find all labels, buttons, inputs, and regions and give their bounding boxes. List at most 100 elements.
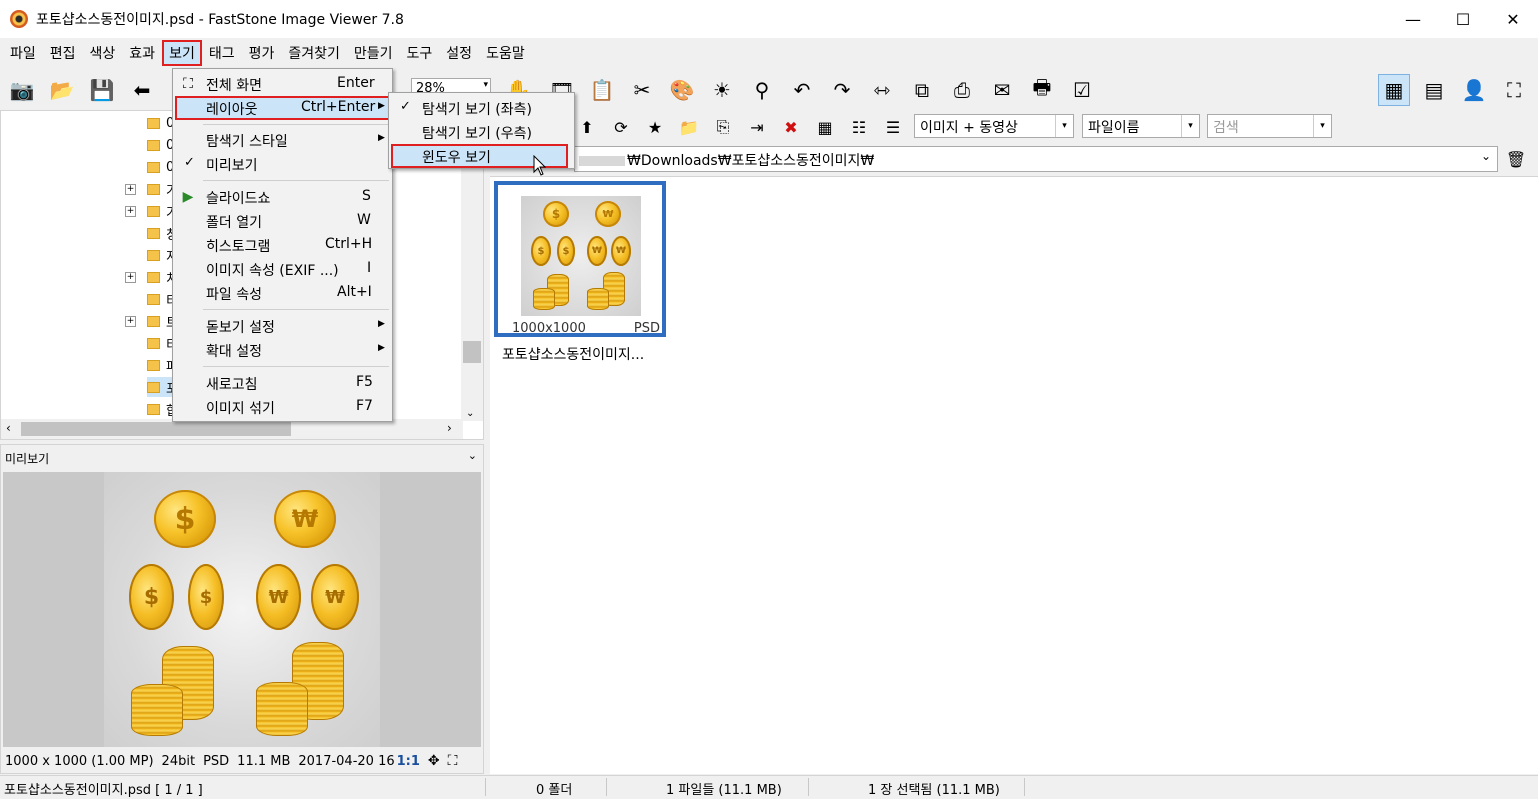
zoom-ratio[interactable]: 1:1 (397, 754, 420, 769)
details-view-icon[interactable]: ☰ (876, 114, 910, 140)
expand-icon[interactable]: + (125, 206, 136, 217)
menu-item-zoom-settings[interactable]: 확대 설정 ▶ (175, 338, 390, 362)
resize-icon[interactable]: ⧉ (906, 74, 938, 106)
menu-settings[interactable]: 설정 (439, 40, 479, 66)
list-view-icon[interactable]: ☷ (842, 114, 876, 140)
folder-icon (147, 403, 160, 415)
stamp-icon[interactable]: ⚲ (746, 74, 778, 106)
email-icon[interactable]: ✉ (986, 74, 1018, 106)
menu-item-fullscreen[interactable]: ⛶ 전체 화면 Enter (175, 72, 390, 96)
menu-item-preview[interactable]: ✓ 미리보기 (175, 152, 390, 176)
thumbnail-dimensions: 1000x1000 (512, 321, 586, 336)
menu-separator (203, 124, 389, 125)
delete-icon[interactable]: ✖ (774, 114, 808, 140)
thumbnail-filename[interactable]: 포토샵소스동전이미지... (502, 344, 644, 364)
menu-tags[interactable]: 태그 (202, 40, 242, 66)
fullscreen-toolbar-icon[interactable]: ⛶ (1498, 74, 1530, 106)
scanner-icon[interactable]: ⎙ (946, 74, 978, 106)
layout-filmstrip-icon[interactable]: ▤ (1418, 74, 1450, 106)
image-date: 2017-04-20 16 (298, 753, 395, 769)
menu-view[interactable]: 보기 (162, 40, 202, 66)
status-separator (1024, 778, 1025, 796)
trash-icon[interactable]: 🗑 (1505, 147, 1527, 171)
search-input[interactable]: 검색 ▾ (1207, 114, 1332, 138)
minimize-button[interactable]: — (1388, 0, 1438, 38)
chevron-down-icon[interactable]: ⌄ (1481, 149, 1491, 163)
expand-icon[interactable]: + (125, 272, 136, 283)
menu-color[interactable]: 색상 (83, 40, 123, 66)
move-icon[interactable]: ⇥ (740, 114, 774, 140)
status-selected: 1 장 선택됨 (11.1 MB) (868, 783, 1000, 798)
expand-icon[interactable]: + (125, 316, 136, 327)
maximize-button[interactable]: ☐ (1438, 0, 1488, 38)
back-icon[interactable]: ⬅ (126, 74, 158, 106)
menu-edit[interactable]: 편집 (43, 40, 83, 66)
menu-item-explorer-style[interactable]: 탐색기 스타일 ▶ (175, 128, 390, 152)
up-folder-icon[interactable]: ⬆ (570, 114, 604, 140)
thumbnail-card[interactable]: $ ₩ $ $ ₩ ₩ 1000x1000 PSD (494, 181, 666, 337)
save-icon[interactable]: 💾 (86, 74, 118, 106)
preview-image[interactable]: $ ₩ $ $ ₩ ₩ (3, 472, 481, 747)
move-to-icon[interactable]: 📋 (586, 74, 618, 106)
rotate-right-icon[interactable]: ↷ (826, 74, 858, 106)
submenu-arrow-icon: ▶ (378, 343, 385, 353)
expand-icon[interactable]: + (125, 184, 136, 195)
menu-item-explorer-left[interactable]: ✓ 탐색기 보기 (좌측) (391, 96, 572, 120)
sort-dropdown[interactable]: 파일이름 ▾ (1082, 114, 1200, 138)
camera-icon[interactable]: 📷 (6, 74, 38, 106)
fit-window-icon[interactable]: ✥ (428, 753, 440, 769)
scroll-thumb[interactable] (463, 341, 481, 363)
menu-item-explorer-right[interactable]: 탐색기 보기 (우측) (391, 120, 572, 144)
menu-item-file-properties[interactable]: 파일 속성 Alt+I (175, 281, 390, 305)
menu-item-shuffle[interactable]: 이미지 섞기 F7 (175, 395, 390, 419)
zoom-dropdown-icon[interactable]: ▾ (483, 80, 488, 90)
scroll-right-icon[interactable]: › (447, 421, 452, 435)
path-input[interactable]: ₩Downloads₩포토샵소스동전이미지₩ ⌄ (574, 146, 1498, 172)
menu-effects[interactable]: 효과 (122, 40, 162, 66)
filter-dropdown[interactable]: 이미지 + 동영상 ▾ (914, 114, 1074, 138)
tree-row[interactable]: 0 (147, 113, 174, 133)
copy-to-icon[interactable]: ⎘ (706, 114, 740, 140)
rotate-left-icon[interactable]: ↶ (786, 74, 818, 106)
brightness-icon[interactable]: ☀ (706, 74, 738, 106)
menu-help[interactable]: 도움말 (479, 40, 532, 66)
favorites-icon[interactable]: ★ (638, 114, 672, 140)
menu-file[interactable]: 파일 (3, 40, 43, 66)
flip-icon[interactable]: ⇿ (866, 74, 898, 106)
won-coin-side-icon: ₩ (256, 564, 301, 630)
fullscreen-icon: ⛶ (183, 76, 193, 92)
layout-explorer-icon[interactable]: ▦ (1378, 74, 1410, 106)
tree-row[interactable]: 0 (147, 157, 174, 177)
refresh-icon[interactable]: ⟳ (604, 114, 638, 140)
tree-horizontal-scrollbar[interactable]: ‹ › (1, 419, 463, 439)
collapse-icon[interactable]: ⌄ (468, 449, 477, 462)
thumbnail-browser[interactable]: $ ₩ $ $ ₩ ₩ 1000x1000 PSD 포토샵소스동전이미지... (490, 176, 1538, 774)
fullscreen-preview-icon[interactable]: ⛶ (448, 753, 458, 769)
batch-icon[interactable]: ☑ (1066, 74, 1098, 106)
menu-item-histogram[interactable]: 히스토그램 Ctrl+H (175, 233, 390, 257)
menu-rating[interactable]: 평가 (242, 40, 282, 66)
menu-tools[interactable]: 도구 (400, 40, 440, 66)
preview-header: 미리보기 ⌄ (1, 445, 483, 471)
close-button[interactable]: ✕ (1488, 0, 1538, 38)
menu-item-open-folder[interactable]: 폴더 열기 W (175, 209, 390, 233)
tree-row[interactable]: 0 (147, 135, 174, 155)
open-folder-icon[interactable]: 📂 (46, 74, 78, 106)
menu-create[interactable]: 만들기 (347, 40, 400, 66)
layout-viewer-icon[interactable]: 👤 (1458, 74, 1490, 106)
scroll-left-icon[interactable]: ‹ (6, 421, 11, 435)
print-icon[interactable]: 🖶 (1026, 74, 1058, 106)
menu-item-magnifier-settings[interactable]: 돋보기 설정 ▶ (175, 314, 390, 338)
menu-item-slideshow[interactable]: ▶ 슬라이드쇼 S (175, 185, 390, 209)
thumbnails-view-icon[interactable]: ▦ (808, 114, 842, 140)
menu-favorites[interactable]: 즐겨찾기 (281, 40, 347, 66)
scroll-thumb[interactable] (21, 422, 291, 436)
new-folder-icon[interactable]: 📁 (672, 114, 706, 140)
scroll-down-icon[interactable]: ⌄ (466, 408, 474, 419)
menu-item-image-properties[interactable]: 이미지 속성 (EXIF ...) I (175, 257, 390, 281)
menu-item-layout[interactable]: 레이아웃 Ctrl+Enter ▶ (175, 96, 390, 120)
color-balance-icon[interactable]: 🎨 (666, 74, 698, 106)
crop-icon[interactable]: ✂ (626, 74, 658, 106)
preview-panel: 미리보기 ⌄ $ ₩ $ $ ₩ ₩ 1000 x 1000 (1.00 MP)… (0, 444, 484, 774)
menu-item-refresh[interactable]: 새로고침 F5 (175, 371, 390, 395)
